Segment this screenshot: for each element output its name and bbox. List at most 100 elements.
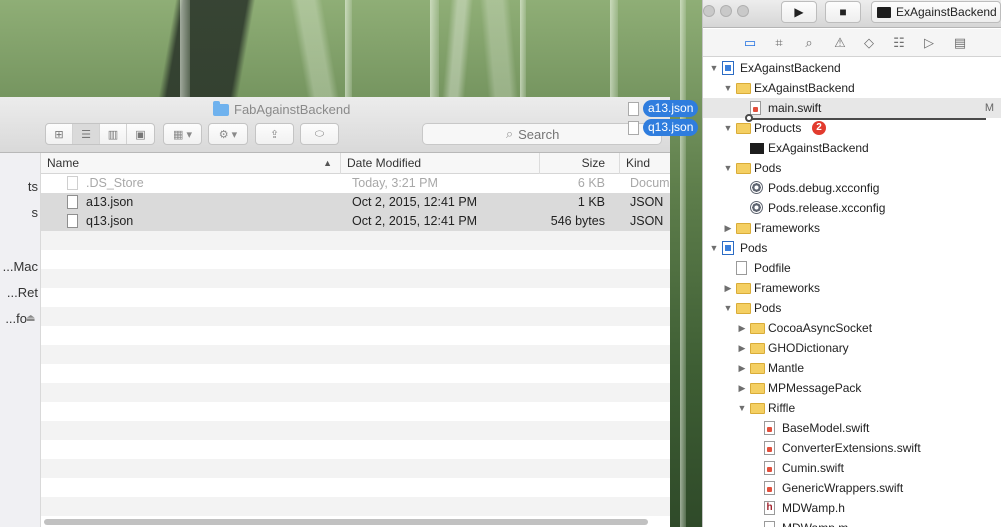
debug-navigator-icon[interactable]: ☷ xyxy=(891,35,907,51)
file-name: .DS_Store xyxy=(86,176,144,190)
sidebar-item[interactable]: s xyxy=(0,205,40,220)
horizontal-scrollbar[interactable] xyxy=(44,519,648,525)
file-row[interactable]: q13.json Oct 2, 2015, 12:41 PM 546 bytes JS… xyxy=(41,212,670,231)
run-button[interactable]: ▶ xyxy=(781,1,817,23)
file-row[interactable]: a13.json Oct 2, 2015, 12:41 PM 1 KB JSON xyxy=(41,193,670,212)
tree-item[interactable]: ▼ Pods xyxy=(703,158,1001,178)
file-name: q13.json xyxy=(86,214,134,228)
tree-item[interactable]: h MDWamp.h xyxy=(703,498,1001,518)
swift-file-icon xyxy=(750,101,761,115)
tree-item[interactable]: ▶ Mantle xyxy=(703,358,1001,378)
disclosure-open-icon[interactable]: ▼ xyxy=(723,298,733,318)
report-navigator-speech-bubble-icon[interactable]: ▤ xyxy=(952,35,968,51)
disclosure-open-icon[interactable]: ▼ xyxy=(723,158,733,178)
scheme-name: ExAgainstBackend xyxy=(896,5,997,19)
disclosure-open-icon[interactable]: ▼ xyxy=(709,58,719,78)
file-icon xyxy=(628,101,639,116)
list-view-button[interactable]: ☰ xyxy=(73,124,100,144)
disclosure-closed-icon[interactable]: ▶ xyxy=(723,218,733,238)
disclosure-closed-icon[interactable]: ▶ xyxy=(737,378,747,398)
finder-toolbar: FabAgainstBackend ⊞ ☰ ▥ ▣ ▦ ▾ ⚙ ▾ ⇪ ⬭ ⌕ xyxy=(0,97,670,153)
column-size[interactable]: Size xyxy=(539,153,619,174)
scheme-selector[interactable]: ExAgainstBackend xyxy=(871,1,1001,23)
tree-item-label: Pods xyxy=(740,241,768,255)
tree-item[interactable]: Pods.release.xcconfig xyxy=(703,198,1001,218)
tree-item[interactable]: ▶ GHODictionary xyxy=(703,338,1001,358)
tree-item[interactable]: ExAgainstBackend xyxy=(703,138,1001,158)
tree-item[interactable]: ▶ Frameworks xyxy=(703,278,1001,298)
xcode-toolbar: ▶ ■ ExAgainstBackend xyxy=(703,0,1001,28)
swift-file-icon xyxy=(764,421,775,435)
test-navigator-diamond-icon[interactable]: ◇ xyxy=(861,35,877,51)
share-button[interactable]: ⇪ xyxy=(255,123,294,145)
empty-row xyxy=(41,478,670,497)
sidebar-item[interactable]: Mac... xyxy=(0,259,40,274)
stop-icon: ■ xyxy=(839,5,847,19)
tree-item-label: Cumin.swift xyxy=(782,461,845,475)
empty-row xyxy=(41,497,670,516)
column-kind-label: Kind xyxy=(626,156,651,170)
folder-icon xyxy=(736,223,751,234)
tree-item[interactable]: BaseModel.swift xyxy=(703,418,1001,438)
disclosure-closed-icon[interactable]: ▶ xyxy=(737,358,747,378)
tree-item[interactable]: ▼ Pods xyxy=(703,298,1001,318)
error-count-badge: 2 xyxy=(812,121,826,135)
find-navigator-search-icon[interactable]: ⌕ xyxy=(801,35,817,51)
disclosure-closed-icon[interactable]: ▶ xyxy=(723,278,733,298)
window-title-text: FabAgainstBackend xyxy=(234,102,351,117)
search-field[interactable]: ⌕ xyxy=(422,123,662,145)
cover-flow-icon: ▣ xyxy=(135,128,146,141)
eject-icon[interactable]: ⏏ xyxy=(26,313,35,324)
disclosure-open-icon[interactable]: ▼ xyxy=(737,398,747,418)
disclosure-closed-icon[interactable]: ▶ xyxy=(737,318,747,338)
file-row[interactable]: .DS_Store Today, 3:21 PM 6 KB Docum xyxy=(41,174,670,193)
arrange-button[interactable]: ▦ ▾ xyxy=(163,123,202,145)
tree-item[interactable]: ▼ Pods xyxy=(703,238,1001,258)
action-button[interactable]: ⚙ ▾ xyxy=(208,123,248,145)
column-date-label: Date Modified xyxy=(347,156,422,170)
tree-item[interactable]: Podfile xyxy=(703,258,1001,278)
close-window-button[interactable] xyxy=(703,5,715,17)
tags-button[interactable]: ⬭ xyxy=(300,123,339,145)
folder-icon xyxy=(736,303,751,314)
header-file-icon: h xyxy=(764,501,775,515)
zoom-window-button[interactable] xyxy=(737,5,749,17)
column-view-button[interactable]: ▥ xyxy=(100,124,127,144)
cover-flow-button[interactable]: ▣ xyxy=(127,124,154,144)
tree-item[interactable]: ▼ ExAgainstBackend xyxy=(703,78,1001,98)
sidebar-item[interactable]: Ret... xyxy=(0,285,40,300)
icon-view-button[interactable]: ⊞ xyxy=(46,124,73,144)
empty-row xyxy=(41,231,670,250)
tree-item-label: Products xyxy=(754,121,802,135)
column-kind[interactable]: Kind xyxy=(619,153,670,174)
project-navigator-folder-icon[interactable]: ▭ xyxy=(742,35,758,51)
sidebar-item[interactable]: ts xyxy=(0,179,40,194)
tree-item[interactable]: MDWamp.m xyxy=(703,518,1001,527)
issue-navigator-warning-icon[interactable]: ⚠ xyxy=(832,35,848,51)
tree-item-label: ExAgainstBackend xyxy=(768,141,869,155)
stop-button[interactable]: ■ xyxy=(825,1,861,23)
minimize-window-button[interactable] xyxy=(720,5,732,17)
empty-row xyxy=(41,288,670,307)
disclosure-open-icon[interactable]: ▼ xyxy=(723,118,733,138)
column-date-modified[interactable]: Date Modified xyxy=(340,153,539,174)
folder-icon xyxy=(750,403,765,414)
column-name[interactable]: Name ▲ xyxy=(41,153,340,174)
symbol-navigator-icon[interactable]: ⌗ xyxy=(771,35,787,51)
tree-item[interactable]: ▶ MPMessagePack xyxy=(703,378,1001,398)
search-input[interactable] xyxy=(518,126,579,142)
tree-item[interactable]: ▶ CocoaAsyncSocket xyxy=(703,318,1001,338)
folder-icon xyxy=(213,100,229,116)
tree-item[interactable]: Pods.debug.xcconfig xyxy=(703,178,1001,198)
tree-item[interactable]: ▼ ExAgainstBackend xyxy=(703,58,1001,78)
tree-item[interactable]: ▶ Frameworks xyxy=(703,218,1001,238)
tree-item[interactable]: ConverterExtensions.swift xyxy=(703,438,1001,458)
tag-icon: ⬭ xyxy=(314,127,325,140)
tree-item[interactable]: ▼ Riffle xyxy=(703,398,1001,418)
disclosure-open-icon[interactable]: ▼ xyxy=(709,238,719,258)
tree-item[interactable]: Cumin.swift xyxy=(703,458,1001,478)
disclosure-closed-icon[interactable]: ▶ xyxy=(737,338,747,358)
tree-item[interactable]: GenericWrappers.swift xyxy=(703,478,1001,498)
disclosure-open-icon[interactable]: ▼ xyxy=(723,78,733,98)
breakpoint-navigator-tag-icon[interactable]: ▷ xyxy=(921,35,937,51)
